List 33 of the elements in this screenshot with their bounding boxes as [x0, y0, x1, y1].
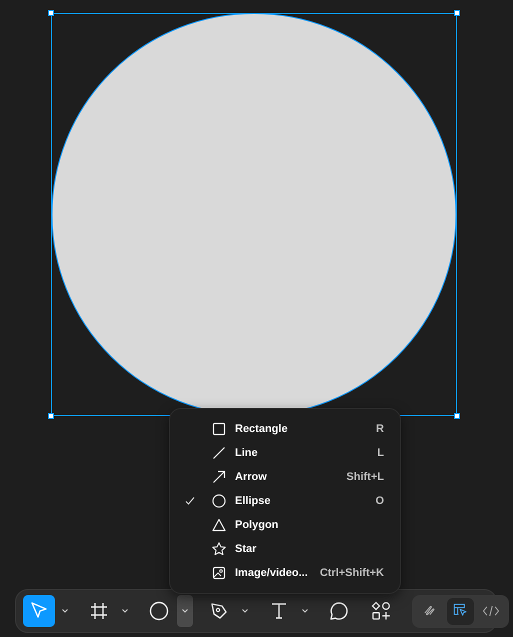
- menu-item[interactable]: Rectangle R: [170, 417, 400, 441]
- menu-item-label: Image/video...: [235, 567, 309, 579]
- pointer-tool-button[interactable]: [23, 595, 55, 627]
- menu-item-label: Arrow: [235, 471, 268, 483]
- menu-item-label: Ellipse: [235, 495, 272, 507]
- star-icon: [211, 541, 227, 557]
- menu-item-label: Star: [235, 543, 258, 555]
- menu-item[interactable]: Ellipse O: [170, 489, 400, 513]
- image-icon: [211, 565, 227, 581]
- menu-item-label: Rectangle: [235, 423, 289, 435]
- circle-icon: [147, 599, 171, 623]
- resize-handle[interactable]: [48, 413, 54, 419]
- menu-item-label: Line: [235, 447, 259, 459]
- resize-handle[interactable]: [454, 413, 460, 419]
- menu-item-label: Polygon: [235, 519, 280, 531]
- circle-icon: [211, 493, 227, 509]
- line-icon: [211, 445, 227, 461]
- shortcut-label: Ctrl+Shift+K: [320, 567, 384, 579]
- menu-item[interactable]: Polygon: [170, 513, 400, 537]
- menu-item[interactable]: Arrow Shift+L: [170, 465, 400, 489]
- shortcut-label: O: [375, 495, 384, 507]
- triangle-icon: [211, 517, 227, 533]
- shortcut-label: R: [376, 423, 384, 435]
- arrow-icon: [211, 469, 227, 485]
- menu-item[interactable]: Image/video... Ctrl+Shift+K: [170, 561, 400, 585]
- shortcut-label: L: [377, 447, 384, 459]
- menu-item[interactable]: Star: [170, 537, 400, 561]
- resize-handle[interactable]: [48, 10, 54, 16]
- resize-handle[interactable]: [454, 10, 460, 16]
- shortcut-label: Shift+L: [346, 471, 384, 483]
- square-icon: [211, 421, 227, 437]
- design-mode-button[interactable]: [447, 598, 474, 624]
- menu-item[interactable]: Line L: [170, 441, 400, 465]
